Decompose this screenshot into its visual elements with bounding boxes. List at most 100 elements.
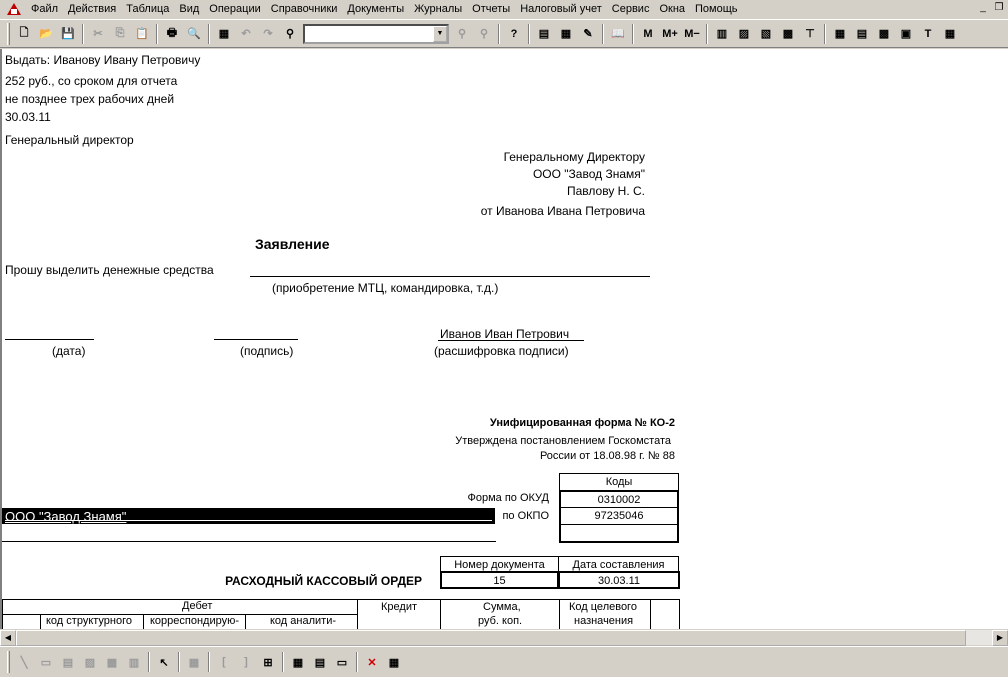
report-card-icon[interactable]: ▤ xyxy=(851,23,873,45)
menu-file[interactable]: Файл xyxy=(26,1,63,17)
filter-icon[interactable]: ⊤ xyxy=(799,23,821,45)
toolbar-separator xyxy=(498,23,500,44)
amount-line-1: 252 руб., со сроком для отчета xyxy=(5,74,178,88)
toolbar-separator xyxy=(824,23,826,44)
entries-journal-icon[interactable]: ▧ xyxy=(755,23,777,45)
picture-tool-icon[interactable]: ▨ xyxy=(79,651,101,673)
help-question-icon[interactable]: ? xyxy=(503,23,525,45)
delete-borders-icon[interactable]: ✕ xyxy=(361,651,383,673)
table-borders-icon[interactable]: ▦ xyxy=(383,651,405,673)
replace-icon[interactable]: ⚲ xyxy=(473,23,495,45)
text-tool-icon[interactable]: ▤ xyxy=(57,651,79,673)
toolbar-grip[interactable] xyxy=(7,22,10,45)
paste-icon[interactable]: 📋 xyxy=(131,23,153,45)
ruler-icon[interactable]: ▭ xyxy=(331,651,353,673)
unified-form-label: Унифицированная форма № КО-2 xyxy=(489,417,675,429)
sum-header-2: руб. коп. xyxy=(478,615,523,627)
calendar-icon[interactable]: ▦ xyxy=(555,23,577,45)
subconto-icon[interactable]: ▩ xyxy=(777,23,799,45)
main-toolbar: 🗋 📂 💾 ✂ ⎘ 📋 🖶 🔍 ▦ ↶ ↷ ⚲ ▼ ⚲ ⚲ ? ▤ ▦ ✎ 📖 … xyxy=(0,19,1008,48)
restore-icon[interactable]: ❐ xyxy=(992,2,1006,16)
menu-view[interactable]: Вид xyxy=(174,1,204,17)
addressee-line-3: Павлову Н. С. xyxy=(567,184,645,198)
toolbar-separator xyxy=(356,652,358,672)
okpo-value: 97235046 xyxy=(559,507,679,525)
app-logo-icon[interactable] xyxy=(6,1,22,17)
rectangle-tool-icon[interactable]: ▭ xyxy=(35,651,57,673)
find-next-icon[interactable]: ⚲ xyxy=(451,23,473,45)
bracket-left-icon[interactable]: [ xyxy=(213,651,235,673)
copy-icon[interactable]: ⎘ xyxy=(109,23,131,45)
properties-icon[interactable]: ▦ xyxy=(183,651,205,673)
bracket-right-icon[interactable]: ] xyxy=(235,651,257,673)
statement-title: Заявление xyxy=(255,236,330,252)
menu-actions[interactable]: Действия xyxy=(63,1,121,17)
memory-m-button[interactable]: M xyxy=(637,23,659,45)
okpo-label: по ОКПО xyxy=(502,510,549,522)
menu-table[interactable]: Таблица xyxy=(121,1,174,17)
ole-tool-icon[interactable]: ▩ xyxy=(101,651,123,673)
doc-number-value: 15 xyxy=(440,571,559,589)
organization-name: ООО "Завод Знамя" xyxy=(5,509,127,524)
signature-caption: (подпись) xyxy=(240,344,294,358)
align-icon[interactable]: ⊞ xyxy=(257,651,279,673)
redo-icon[interactable]: ↷ xyxy=(257,23,279,45)
operations-journal-icon[interactable]: ▨ xyxy=(733,23,755,45)
menu-service[interactable]: Сервис xyxy=(607,1,655,17)
minimize-icon[interactable]: _ xyxy=(976,2,990,16)
doc-number-header: Номер документа xyxy=(440,556,559,572)
chart-of-accounts-icon[interactable]: ▥ xyxy=(711,23,733,45)
open-folder-icon[interactable]: 📂 xyxy=(35,23,57,45)
wizard-icon[interactable]: ✎ xyxy=(577,23,599,45)
division-underline xyxy=(2,541,496,542)
menu-references[interactable]: Справочники xyxy=(266,1,343,17)
scroll-left-icon[interactable]: ◀ xyxy=(0,630,16,646)
toolbar-grip[interactable] xyxy=(7,651,10,673)
menu-windows[interactable]: Окна xyxy=(654,1,690,17)
print-preview-icon[interactable]: 🔍 xyxy=(183,23,205,45)
document-area[interactable]: Выдать: Иванову Ивану Петровичу 252 руб.… xyxy=(0,49,1008,629)
calculator-icon[interactable]: ▦ xyxy=(213,23,235,45)
report-chess-icon[interactable]: ▩ xyxy=(873,23,895,45)
grid-lines-icon[interactable]: ▦ xyxy=(287,651,309,673)
decode-caption: (расшифровка подписи) xyxy=(434,344,569,358)
memory-minus-button[interactable]: M− xyxy=(681,23,703,45)
memory-plus-button[interactable]: M+ xyxy=(659,23,681,45)
report-analysis-icon[interactable]: ▣ xyxy=(895,23,917,45)
chevron-down-icon[interactable]: ▼ xyxy=(433,25,447,42)
doc-date-value: 30.03.11 xyxy=(558,571,680,589)
menu-reports[interactable]: Отчеты xyxy=(467,1,515,17)
menu-help[interactable]: Помощь xyxy=(690,1,743,17)
line-tool-icon[interactable]: ╲ xyxy=(13,651,35,673)
date-caption: (дата) xyxy=(52,344,86,358)
approved-line-2: России от 18.08.98 г. № 88 xyxy=(539,450,675,462)
codes-header: Коды xyxy=(559,473,679,491)
organization-field[interactable]: ООО "Завод Знамя" xyxy=(2,508,495,524)
headers-icon[interactable]: ▤ xyxy=(309,651,331,673)
menu-operations[interactable]: Операции xyxy=(204,1,265,17)
chart-tool-icon[interactable]: ▥ xyxy=(123,651,145,673)
toolbar-separator xyxy=(178,652,180,672)
pointer-tool-icon[interactable]: ↖ xyxy=(153,651,175,673)
search-combo[interactable]: ▼ xyxy=(303,23,449,44)
sum-header: Сумма, xyxy=(483,601,521,613)
signer-name: Иванов Иван Петрович xyxy=(440,327,570,341)
menu-tax[interactable]: Налоговый учет xyxy=(515,1,607,17)
new-document-icon[interactable]: 🗋 xyxy=(13,23,35,45)
print-icon[interactable]: 🖶 xyxy=(161,23,183,45)
grid-icon[interactable]: ▦ xyxy=(939,23,961,45)
scroll-right-icon[interactable]: ▶ xyxy=(992,630,1008,646)
scroll-thumb[interactable] xyxy=(16,630,966,646)
undo-icon[interactable]: ↶ xyxy=(235,23,257,45)
report-balance-icon[interactable]: ▦ xyxy=(829,23,851,45)
codes-empty-cell xyxy=(559,524,679,543)
menu-documents[interactable]: Документы xyxy=(342,1,409,17)
horizontal-scrollbar[interactable]: ◀ ▶ xyxy=(0,629,1008,646)
menu-journals[interactable]: Журналы xyxy=(409,1,467,17)
text-icon[interactable]: T xyxy=(917,23,939,45)
save-icon[interactable]: 💾 xyxy=(57,23,79,45)
book-icon[interactable]: 📖 xyxy=(607,23,629,45)
find-binoculars-icon[interactable]: ⚲ xyxy=(279,23,301,45)
calculator2-icon[interactable]: ▤ xyxy=(533,23,555,45)
cut-icon[interactable]: ✂ xyxy=(87,23,109,45)
